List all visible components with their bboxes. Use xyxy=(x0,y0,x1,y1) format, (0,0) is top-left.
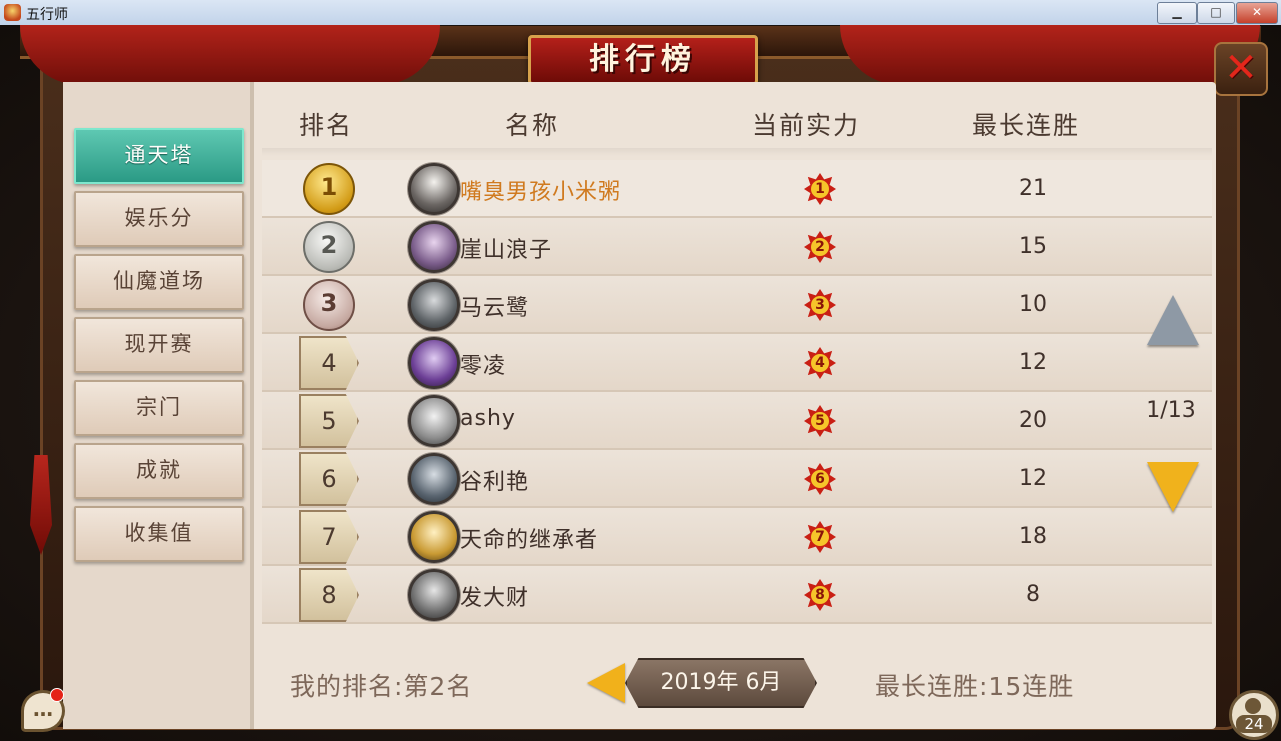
column-name-header: 名称 xyxy=(505,111,560,140)
gold-medal-icon: 1 xyxy=(303,163,355,215)
prev-month-arrow-icon[interactable] xyxy=(587,663,625,703)
power-rank: 8 xyxy=(811,586,829,604)
tab-label: 收集值 xyxy=(124,521,194,545)
table-row[interactable] xyxy=(262,566,1212,624)
streak-value: 15 xyxy=(1019,234,1047,259)
power-star-icon: 1 xyxy=(804,173,836,205)
avatar[interactable] xyxy=(408,163,460,215)
power-rank: 6 xyxy=(811,470,829,488)
tab-label: 成就 xyxy=(136,458,182,482)
minimize-button[interactable]: ▁ xyxy=(1157,2,1197,24)
tab-xianmodaochang[interactable]: 仙魔道场 xyxy=(74,254,244,310)
streak-value: 20 xyxy=(1019,408,1047,433)
my-rank-text: 我的排名:第2名 xyxy=(290,672,473,701)
tab-label: 现开赛 xyxy=(124,332,194,356)
power-rank: 1 xyxy=(811,180,829,198)
column-streak-header: 最长连胜 xyxy=(972,111,1081,140)
tab-label: 娱乐分 xyxy=(124,206,194,230)
table-row[interactable] xyxy=(262,218,1212,276)
month-selector[interactable]: 2019年 6月 xyxy=(625,658,817,708)
page-indicator: 1/13 xyxy=(1146,398,1196,423)
player-name[interactable]: 天命的继承者 xyxy=(460,522,598,554)
close-button[interactable]: ✕ xyxy=(1214,42,1268,96)
avatar[interactable] xyxy=(408,337,460,389)
tab-yulefen[interactable]: 娱乐分 xyxy=(74,191,244,247)
window-title: 五行师 xyxy=(26,7,68,23)
power-star-icon: 2 xyxy=(804,231,836,263)
power-rank: 2 xyxy=(811,238,829,256)
avatar[interactable] xyxy=(408,221,460,273)
friends-count: 24 xyxy=(1236,715,1272,733)
friends-icon xyxy=(1245,698,1261,714)
streak-value: 8 xyxy=(1026,582,1040,607)
close-icon: ✕ xyxy=(1224,45,1258,91)
power-rank: 7 xyxy=(811,528,829,546)
avatar[interactable] xyxy=(408,511,460,563)
power-star-icon: 8 xyxy=(804,579,836,611)
streak-value: 12 xyxy=(1019,350,1047,375)
header-divider xyxy=(262,148,1212,156)
column-power-header: 当前实力 xyxy=(752,111,861,140)
table-row[interactable] xyxy=(262,392,1212,450)
player-name[interactable]: 谷利艳 xyxy=(460,464,529,496)
tab-chengjiu[interactable]: 成就 xyxy=(74,443,244,499)
tab-label: 通天塔 xyxy=(124,143,194,167)
avatar[interactable] xyxy=(408,569,460,621)
silver-medal-icon: 2 xyxy=(303,221,355,273)
app-icon xyxy=(4,4,21,21)
power-star-icon: 5 xyxy=(804,405,836,437)
power-rank: 3 xyxy=(811,296,829,314)
table-row[interactable] xyxy=(262,276,1212,334)
table-row[interactable] xyxy=(262,334,1212,392)
maximize-button[interactable]: □ xyxy=(1197,2,1235,24)
screen-title: 排行榜 xyxy=(589,42,697,77)
power-rank: 5 xyxy=(811,412,829,430)
window-close-button[interactable]: ✕ xyxy=(1236,2,1278,24)
power-star-icon: 4 xyxy=(804,347,836,379)
right-curtain xyxy=(840,25,1260,85)
notification-dot xyxy=(50,688,64,702)
player-name[interactable]: 嘴臭男孩小米粥 xyxy=(460,174,621,206)
power-star-icon: 6 xyxy=(804,463,836,495)
power-star-icon: 3 xyxy=(804,289,836,321)
title-banner: 排行榜 xyxy=(528,35,758,85)
table-row[interactable] xyxy=(262,160,1212,218)
power-rank: 4 xyxy=(811,354,829,372)
tab-label: 仙魔道场 xyxy=(113,269,205,293)
window-titlebar: 五行师 ▁ □ ✕ xyxy=(0,0,1281,26)
table-row[interactable] xyxy=(262,508,1212,566)
page-down-arrow-icon[interactable] xyxy=(1147,462,1199,512)
streak-value: 21 xyxy=(1019,176,1047,201)
power-star-icon: 7 xyxy=(804,521,836,553)
avatar[interactable] xyxy=(408,395,460,447)
table-row[interactable] xyxy=(262,450,1212,508)
streak-value: 10 xyxy=(1019,292,1047,317)
player-name[interactable]: 发大财 xyxy=(460,580,529,612)
friends-button[interactable]: 24 xyxy=(1229,690,1279,740)
avatar[interactable] xyxy=(408,453,460,505)
tab-zongmen[interactable]: 宗门 xyxy=(74,380,244,436)
tab-xiankaisai[interactable]: 现开赛 xyxy=(74,317,244,373)
tab-shoujizhi[interactable]: 收集值 xyxy=(74,506,244,562)
streak-value: 12 xyxy=(1019,466,1047,491)
tab-label: 宗门 xyxy=(136,395,182,419)
player-name[interactable]: ashy xyxy=(460,406,516,431)
player-name[interactable]: 零凌 xyxy=(460,348,506,380)
player-name[interactable]: 崖山浪子 xyxy=(460,232,552,264)
streak-value: 18 xyxy=(1019,524,1047,549)
tab-tongtianta[interactable]: 通天塔 xyxy=(74,128,244,184)
column-rank-header: 排名 xyxy=(299,111,354,140)
avatar[interactable] xyxy=(408,279,460,331)
player-name[interactable]: 马云鹭 xyxy=(460,290,529,322)
my-streak-text: 最长连胜:15连胜 xyxy=(875,672,1075,701)
page-up-arrow-icon[interactable] xyxy=(1147,295,1199,345)
left-curtain xyxy=(20,25,440,85)
bronze-medal-icon: 3 xyxy=(303,279,355,331)
